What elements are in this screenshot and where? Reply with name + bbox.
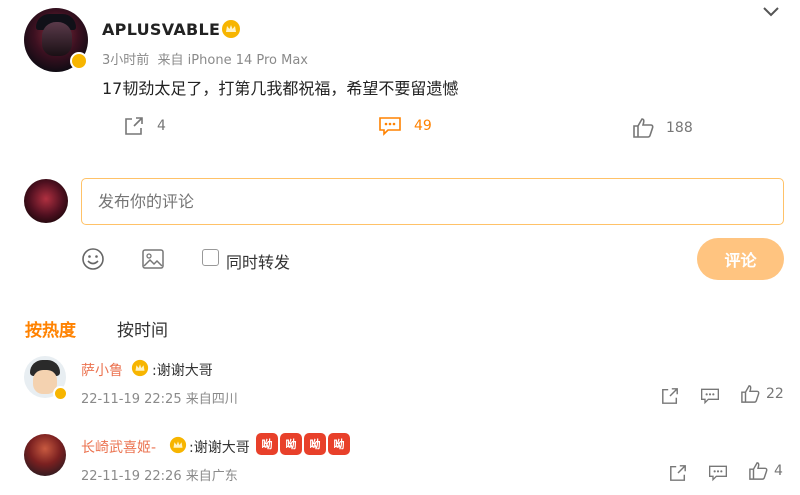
comment-like-count: 22 bbox=[766, 386, 784, 402]
comment-repost-icon[interactable] bbox=[668, 464, 688, 482]
repost-checkbox[interactable] bbox=[202, 249, 219, 266]
comment-author[interactable]: 萨小鲁 bbox=[81, 360, 123, 380]
repost-checkbox-label[interactable]: 同时转发 bbox=[226, 249, 290, 273]
comment-count: 49 bbox=[414, 118, 432, 134]
repost-icon bbox=[123, 116, 145, 136]
tab-sort-hot[interactable]: 按热度 bbox=[25, 316, 76, 341]
comment-input[interactable] bbox=[81, 178, 784, 225]
comment-like-button[interactable]: 4 bbox=[748, 462, 783, 480]
like-count: 188 bbox=[666, 120, 693, 136]
vip-crown-icon bbox=[221, 19, 241, 39]
post-meta: 3小时前 来自 iPhone 14 Pro Max bbox=[102, 49, 308, 68]
tab-sort-time[interactable]: 按时间 bbox=[117, 316, 168, 341]
thumbs-up-icon bbox=[740, 385, 760, 403]
comment-like-button[interactable]: 22 bbox=[740, 385, 784, 403]
post-time[interactable]: 3小时前 bbox=[102, 53, 149, 68]
emoji-group: 呦 呦 呦 呦 bbox=[256, 433, 350, 455]
vip-crown-icon bbox=[169, 436, 187, 454]
image-icon[interactable] bbox=[141, 247, 165, 271]
comment-like-count: 4 bbox=[774, 463, 783, 479]
repost-button[interactable]: 4 bbox=[123, 116, 166, 136]
yell-emoji-icon: 呦 bbox=[304, 433, 326, 455]
comment-reply-icon[interactable] bbox=[708, 464, 728, 482]
emoji-icon[interactable] bbox=[81, 247, 105, 271]
verified-badge bbox=[53, 386, 68, 401]
post-source: 来自 iPhone 14 Pro Max bbox=[157, 53, 308, 68]
yell-emoji-icon: 呦 bbox=[280, 433, 302, 455]
comment-avatar[interactable] bbox=[24, 434, 66, 476]
current-user-avatar bbox=[24, 179, 68, 223]
post-username[interactable]: APLUSVABLE bbox=[102, 20, 220, 39]
submit-comment-button[interactable]: 评论 bbox=[697, 238, 784, 280]
comment-reply-icon[interactable] bbox=[700, 387, 720, 405]
comment-button[interactable]: 49 bbox=[378, 116, 432, 136]
post-content: 17韧劲太足了，打第几我都祝福，希望不要留遗憾 bbox=[102, 79, 459, 98]
chevron-down-icon[interactable] bbox=[762, 5, 780, 19]
vip-crown-icon bbox=[131, 359, 149, 377]
comment-meta: 22-11-19 22:25 来自四川 bbox=[81, 392, 238, 407]
comment-text: :谢谢大哥 bbox=[152, 363, 213, 379]
yell-emoji-icon: 呦 bbox=[328, 433, 350, 455]
thumbs-up-icon bbox=[748, 462, 768, 480]
thumbs-up-icon bbox=[632, 118, 654, 138]
yell-emoji-icon: 呦 bbox=[256, 433, 278, 455]
like-button[interactable]: 188 bbox=[632, 118, 693, 138]
repost-count: 4 bbox=[157, 118, 166, 134]
verified-badge bbox=[70, 52, 88, 70]
comment-text: :谢谢大哥 bbox=[189, 440, 250, 456]
comment-meta: 22-11-19 22:26 来自广东 bbox=[81, 469, 238, 484]
comment-author[interactable]: 长崎武喜姬- bbox=[81, 437, 156, 457]
comment-repost-icon[interactable] bbox=[660, 387, 680, 405]
comment-icon bbox=[378, 116, 402, 136]
